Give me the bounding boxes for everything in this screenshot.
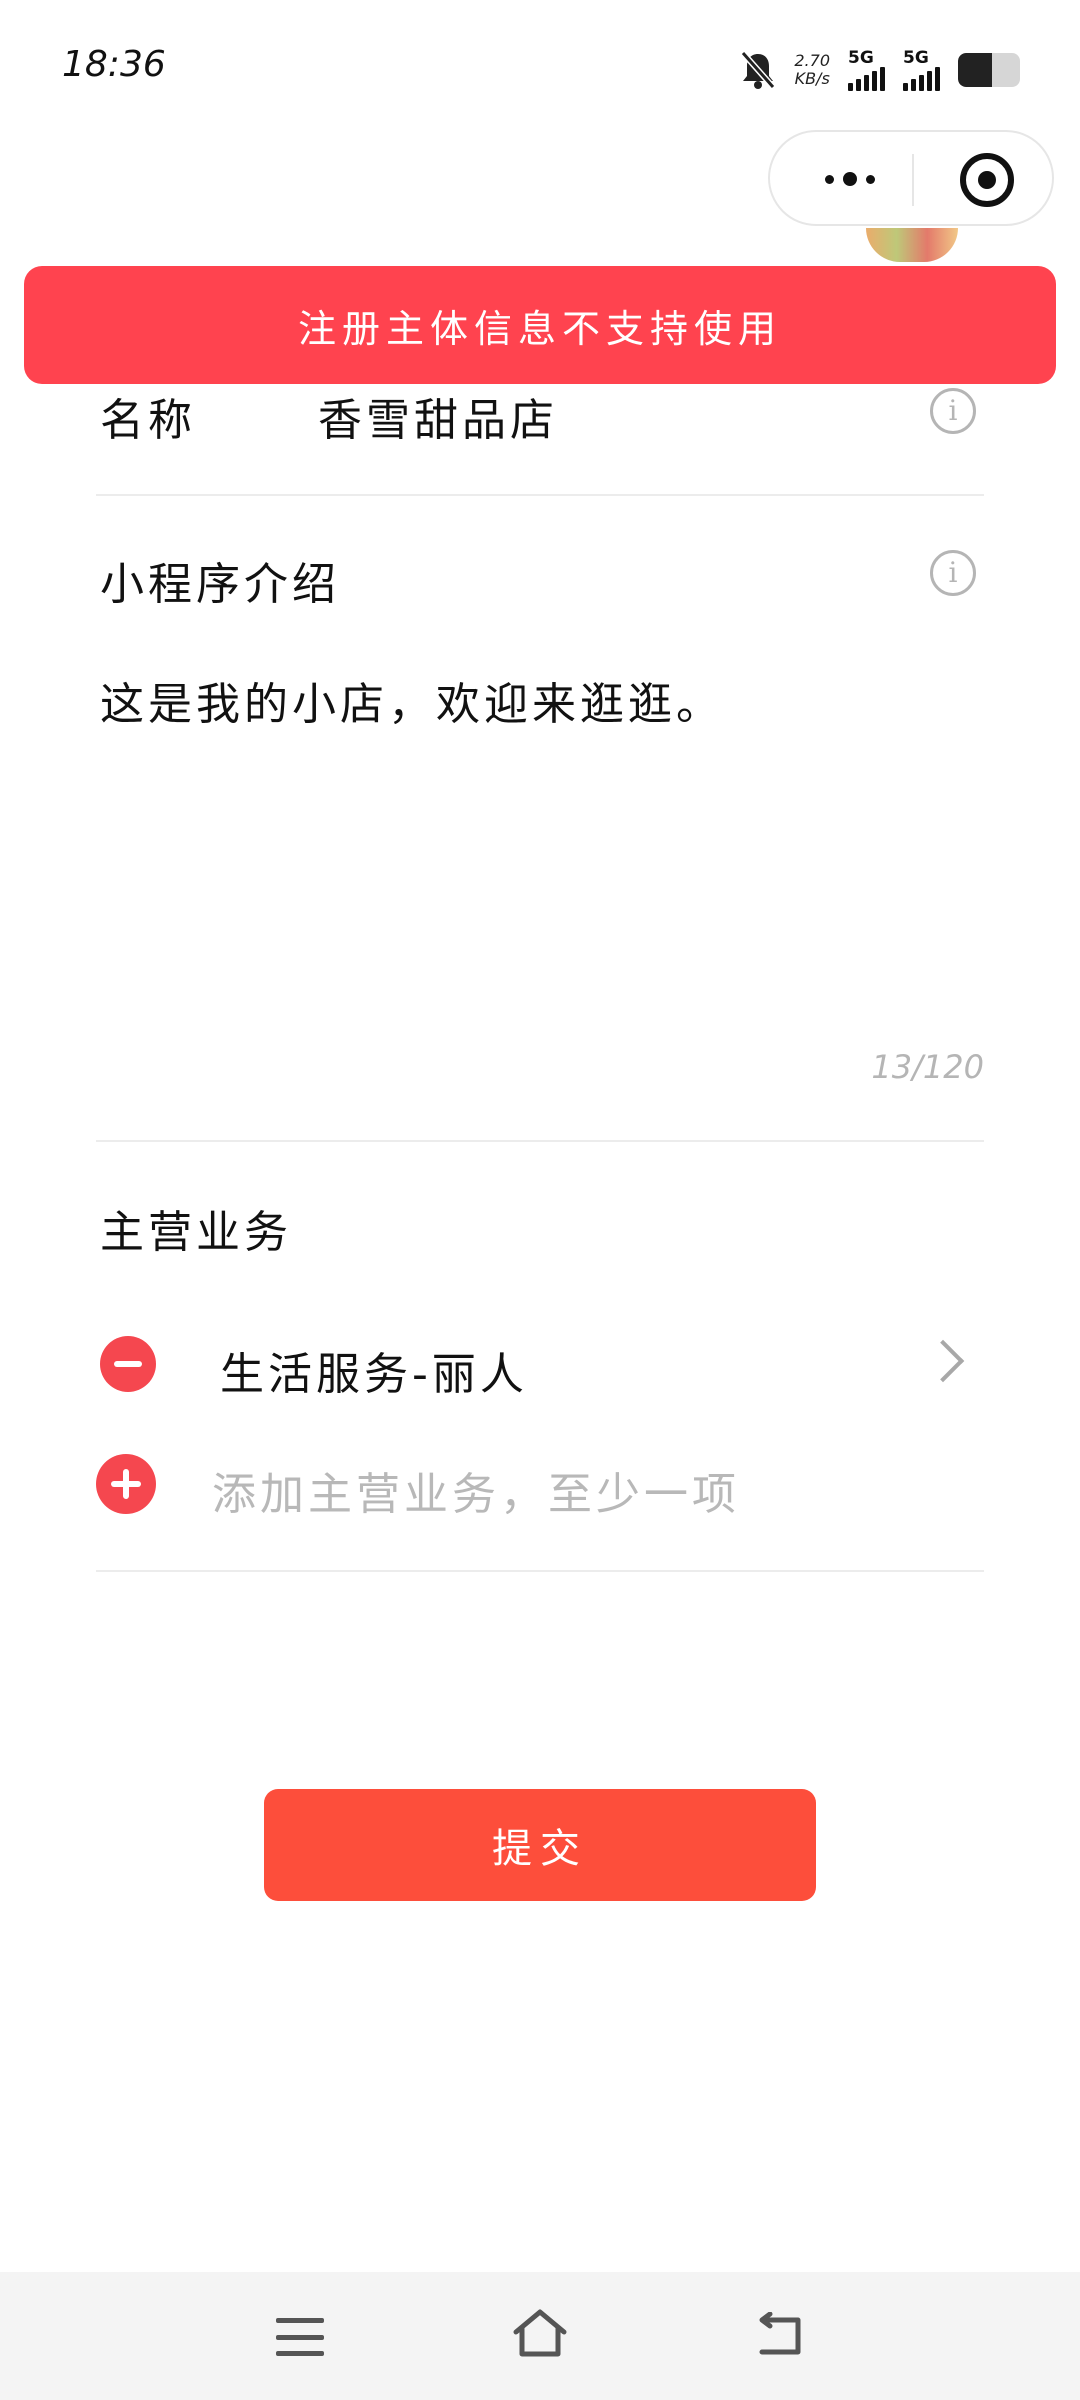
- net-speed-unit: KB/s: [794, 69, 830, 88]
- back-icon[interactable]: [756, 2312, 806, 2358]
- divider: [96, 1140, 984, 1142]
- submit-button[interactable]: 提交: [264, 1789, 816, 1901]
- info-icon[interactable]: i: [930, 550, 976, 596]
- more-dots-icon[interactable]: [810, 154, 890, 204]
- bell-muted-icon: [741, 51, 776, 89]
- chevron-right-icon[interactable]: [921, 1339, 965, 1383]
- error-toast: 注册主体信息不支持使用: [24, 266, 1056, 384]
- divider: [96, 1570, 984, 1572]
- system-nav-bar: [0, 2272, 1080, 2400]
- target-circle-icon[interactable]: [960, 153, 1014, 207]
- business-label: 主营业务: [100, 1207, 292, 1258]
- battery-fill: [958, 53, 993, 87]
- signal-2-label: 5G: [903, 48, 929, 68]
- status-time: 18:36: [62, 44, 166, 85]
- signal-1: 5G: [848, 49, 885, 91]
- status-bar: 18:36 2.70 KB/s 5G 5G: [0, 0, 1080, 130]
- char-counter: 13/120: [871, 1048, 984, 1086]
- home-icon[interactable]: [512, 2308, 568, 2358]
- net-speed: 2.70 KB/s: [794, 52, 830, 88]
- divider: [96, 494, 984, 496]
- add-business-button[interactable]: [96, 1454, 156, 1514]
- net-speed-value: 2.70: [794, 51, 830, 70]
- intro-textarea[interactable]: 这是我的小店，欢迎来逛逛。: [100, 668, 724, 732]
- signal-1-label: 5G: [848, 48, 874, 68]
- name-label: 名称: [100, 395, 196, 446]
- signal-2: 5G: [903, 49, 940, 91]
- battery-icon: [958, 53, 1020, 87]
- add-business-placeholder[interactable]: 添加主营业务，至少一项: [212, 1458, 740, 1522]
- toast-message: 注册主体信息不支持使用: [297, 306, 782, 351]
- remove-business-button[interactable]: [100, 1336, 156, 1392]
- info-icon[interactable]: i: [930, 388, 976, 434]
- capsule-divider: [912, 154, 914, 206]
- name-value[interactable]: 香雪甜品店: [318, 384, 558, 448]
- signal-icon: [848, 67, 885, 91]
- capsule-menu: [768, 130, 1054, 226]
- signal-icon: [903, 67, 940, 91]
- status-icons: 2.70 KB/s 5G 5G: [740, 46, 1020, 94]
- menu-icon[interactable]: [276, 2318, 324, 2356]
- screen: 18:36 2.70 KB/s 5G 5G 注册主体信息不支持使用 名称 香雪甜…: [0, 0, 1080, 2400]
- avatar: [866, 228, 958, 262]
- intro-label: 小程序介绍: [100, 559, 340, 610]
- business-item[interactable]: 生活服务-丽人: [220, 1338, 528, 1402]
